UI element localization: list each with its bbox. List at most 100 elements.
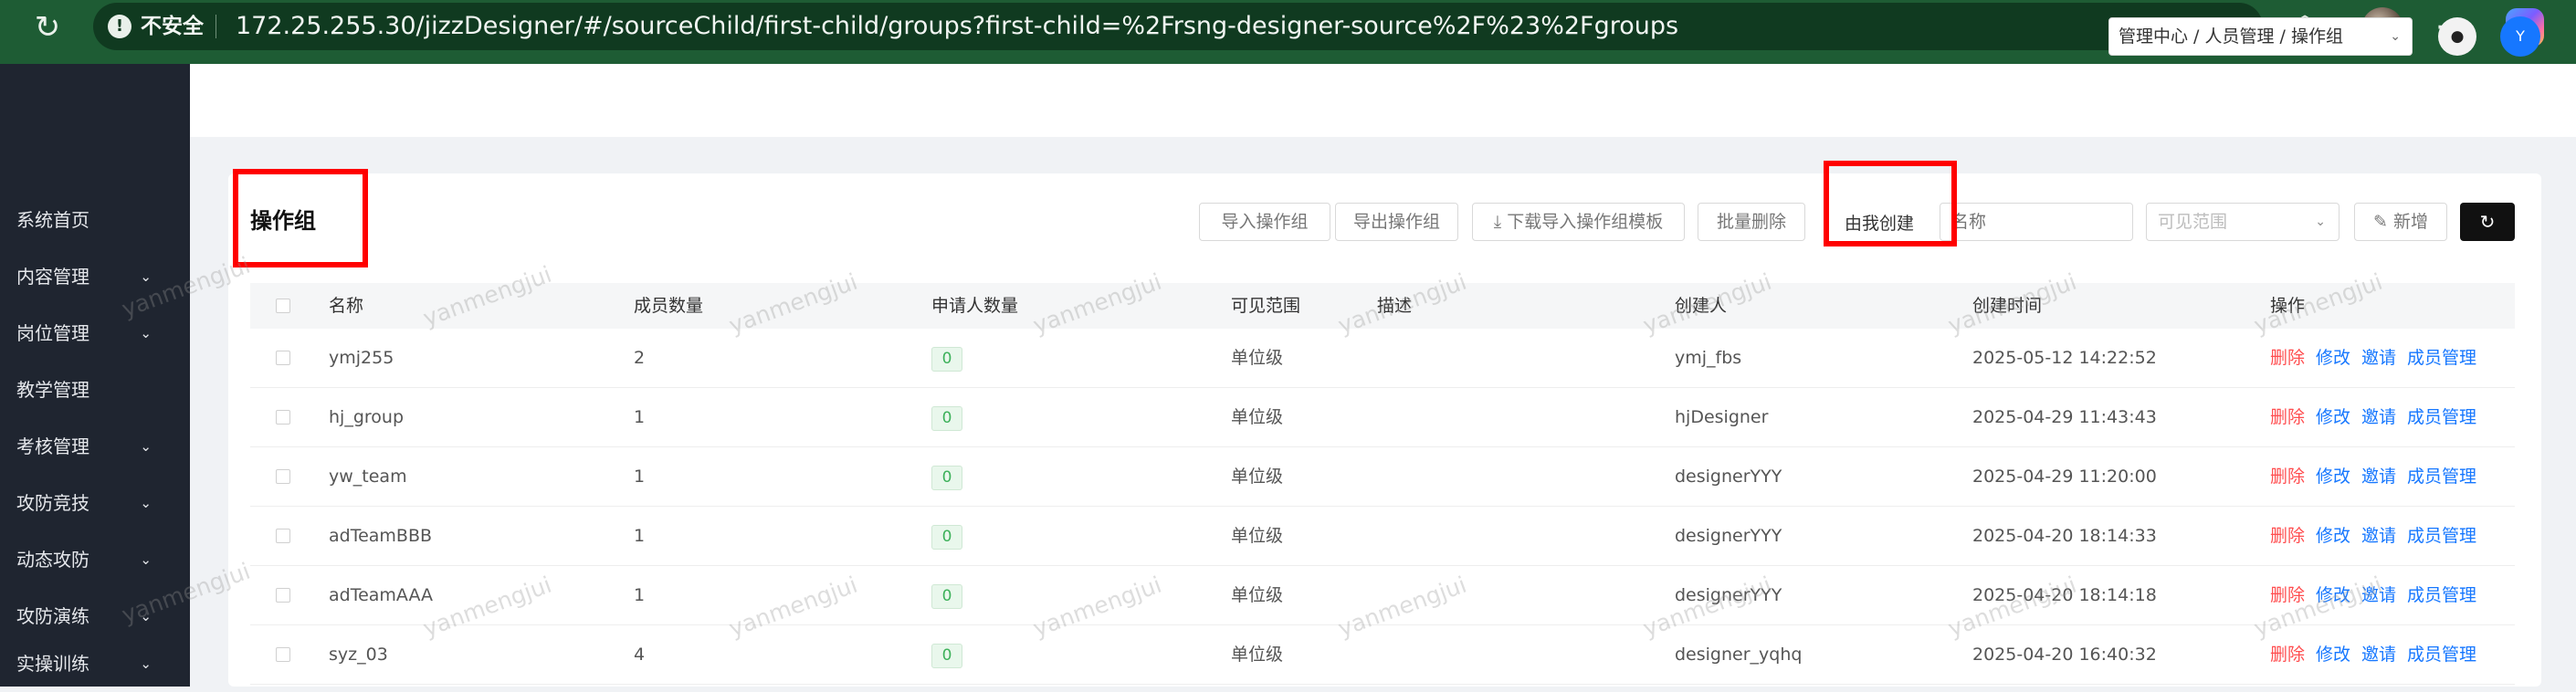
row-checkbox[interactable] (276, 529, 290, 543)
edit-link[interactable]: 修改 (2316, 329, 2350, 388)
column-header: 申请人数量 (931, 296, 1019, 316)
cell-member-count: 1 (634, 407, 646, 427)
invite-link[interactable]: 邀请 (2361, 447, 2396, 507)
cell-member-count: 2 (634, 348, 646, 368)
sidebar-item-label: 攻防演练 (16, 605, 89, 627)
delete-link[interactable]: 删除 (2270, 329, 2305, 388)
column-header: 创建人 (1675, 296, 1728, 316)
invite-link[interactable]: 邀请 (2361, 507, 2396, 566)
name-search-input[interactable] (1940, 203, 2133, 241)
edit-link[interactable]: 修改 (2316, 447, 2350, 507)
breadcrumb-select[interactable]: 管理中心 / 人员管理 / 操作组 ⌄ (2108, 17, 2413, 56)
avatar[interactable]: Y (2500, 16, 2540, 57)
invite-link[interactable]: 邀请 (2361, 329, 2396, 388)
cell-scope: 单位级 (1231, 526, 1284, 546)
sidebar-item-assessment[interactable]: 考核管理 ⌄ (0, 418, 190, 475)
table-row: hj_group 1 单位级 hjDesigner 2025-04-29 11:43:4… (250, 388, 2515, 447)
add-button[interactable]: ✎ 新增 (2354, 203, 2447, 241)
delete-link[interactable]: 删除 (2270, 388, 2305, 447)
security-label[interactable]: 不安全 (141, 12, 204, 41)
applicant-count-badge: 0 (931, 525, 962, 550)
chevron-down-icon: ⌄ (2315, 215, 2326, 229)
cell-creator: designerYYY (1675, 526, 1782, 546)
chevron-down-icon: ⌄ (2390, 29, 2401, 44)
member-management-link[interactable]: 成员管理 (2407, 625, 2476, 685)
sidebar-item-label: 岗位管理 (16, 322, 89, 344)
column-header: 成员数量 (634, 296, 704, 316)
sidebar-item-dynamic[interactable]: 动态攻防 ⌄ (0, 531, 190, 588)
cell-scope: 单位级 (1231, 407, 1284, 427)
address-bar[interactable]: ! 不安全 172.25.255.30/jizzDesigner/#/sourc… (93, 3, 2263, 50)
column-header: 可见范围 (1231, 296, 1301, 316)
refresh-button[interactable]: ↻ (2460, 203, 2515, 241)
edit-link[interactable]: 修改 (2316, 625, 2350, 685)
cell-name: yw_team (329, 467, 407, 487)
chevron-down-icon: ⌄ (140, 495, 152, 511)
select-all-checkbox[interactable] (276, 299, 290, 313)
table-row: adTeamAAA 1 单位级 designerYYY 2025-04-20 18:14… (250, 566, 2515, 625)
cell-creator: designerYYY (1675, 585, 1782, 605)
table-row: yw_team 1 单位级 designerYYY 2025-04-29 11:20:0… (250, 447, 2515, 507)
column-header: 名称 (329, 296, 364, 316)
sidebar-item-label: 攻防竞技 (16, 492, 89, 514)
delete-link[interactable]: 删除 (2270, 507, 2305, 566)
cell-member-count: 4 (634, 645, 646, 665)
member-management-link[interactable]: 成员管理 (2407, 447, 2476, 507)
chevron-down-icon: ⌄ (140, 268, 152, 285)
breadcrumb: 管理中心 / 人员管理 / 操作组 (2119, 26, 2343, 47)
cell-created-time: 2025-04-29 11:20:00 (1972, 467, 2157, 487)
download-template-button[interactable]: ⤓ 下载导入操作组模板 (1472, 203, 1685, 241)
edit-link[interactable]: 修改 (2316, 388, 2350, 447)
row-checkbox[interactable] (276, 469, 290, 484)
member-management-link[interactable]: 成员管理 (2407, 566, 2476, 625)
row-checkbox[interactable] (276, 351, 290, 365)
url-text[interactable]: 172.25.255.30/jizzDesigner/#/sourceChild… (236, 11, 1678, 42)
edit-link[interactable]: 修改 (2316, 507, 2350, 566)
member-management-link[interactable]: 成员管理 (2407, 507, 2476, 566)
chevron-down-icon: ⌄ (140, 325, 152, 341)
column-header: 创建时间 (1972, 296, 2043, 316)
cell-created-time: 2025-04-20 18:14:33 (1972, 526, 2157, 546)
cell-member-count: 1 (634, 526, 646, 546)
edit-link[interactable]: 修改 (2316, 566, 2350, 625)
applicant-count-badge: 0 (931, 466, 962, 490)
cell-scope: 单位级 (1231, 348, 1284, 368)
cell-created-time: 2025-05-12 14:22:52 (1972, 348, 2157, 368)
row-checkbox[interactable] (276, 588, 290, 603)
sidebar-item-competition[interactable]: 攻防竞技 ⌄ (0, 475, 190, 531)
row-checkbox[interactable] (276, 647, 290, 662)
cell-creator: designerYYY (1675, 467, 1782, 487)
cell-created-time: 2025-04-29 11:43:43 (1972, 407, 2157, 427)
member-management-link[interactable]: 成员管理 (2407, 329, 2476, 388)
column-header: 描述 (1377, 296, 1413, 316)
notification-bell-icon[interactable]: ● (2438, 17, 2476, 56)
scope-select[interactable]: 可见范围 ⌄ (2146, 203, 2339, 241)
app-header (190, 64, 2576, 137)
invite-link[interactable]: 邀请 (2361, 566, 2396, 625)
delete-link[interactable]: 删除 (2270, 625, 2305, 685)
chevron-down-icon: ⌄ (140, 438, 152, 455)
applicant-count-badge: 0 (931, 584, 962, 609)
sidebar-item-practice[interactable]: 实操训练 ⌄ (0, 635, 190, 692)
sidebar-item-home[interactable]: 系统首页 (0, 192, 190, 248)
export-button[interactable]: 导出操作组 (1335, 203, 1458, 241)
invite-link[interactable]: 邀请 (2361, 388, 2396, 447)
sidebar-item-positions[interactable]: 岗位管理 ⌄ (0, 305, 190, 362)
table-row: adTeamBBB 1 单位级 designerYYY 2025-04-20 18:14… (250, 507, 2515, 566)
invite-link[interactable]: 邀请 (2361, 625, 2396, 685)
applicant-count-badge: 0 (931, 644, 962, 668)
batch-delete-button[interactable]: 批量删除 (1698, 203, 1805, 241)
delete-link[interactable]: 删除 (2270, 566, 2305, 625)
table-row: ymj255 2 单位级 ymj_fbs 2025-05-12 14:22:52 0 删除修… (250, 329, 2515, 388)
sidebar-item-content[interactable]: 内容管理 ⌄ (0, 248, 190, 305)
member-management-link[interactable]: 成员管理 (2407, 388, 2476, 447)
warning-icon[interactable]: ! (108, 15, 131, 38)
reload-icon[interactable]: ↻ (27, 7, 68, 47)
row-checkbox[interactable] (276, 410, 290, 425)
cell-name: syz_03 (329, 645, 388, 665)
cell-member-count: 1 (634, 467, 646, 487)
delete-link[interactable]: 删除 (2270, 447, 2305, 507)
cell-created-time: 2025-04-20 16:40:32 (1972, 645, 2157, 665)
sidebar-item-teaching[interactable]: 教学管理 (0, 362, 190, 418)
import-button[interactable]: 导入操作组 (1199, 203, 1330, 241)
